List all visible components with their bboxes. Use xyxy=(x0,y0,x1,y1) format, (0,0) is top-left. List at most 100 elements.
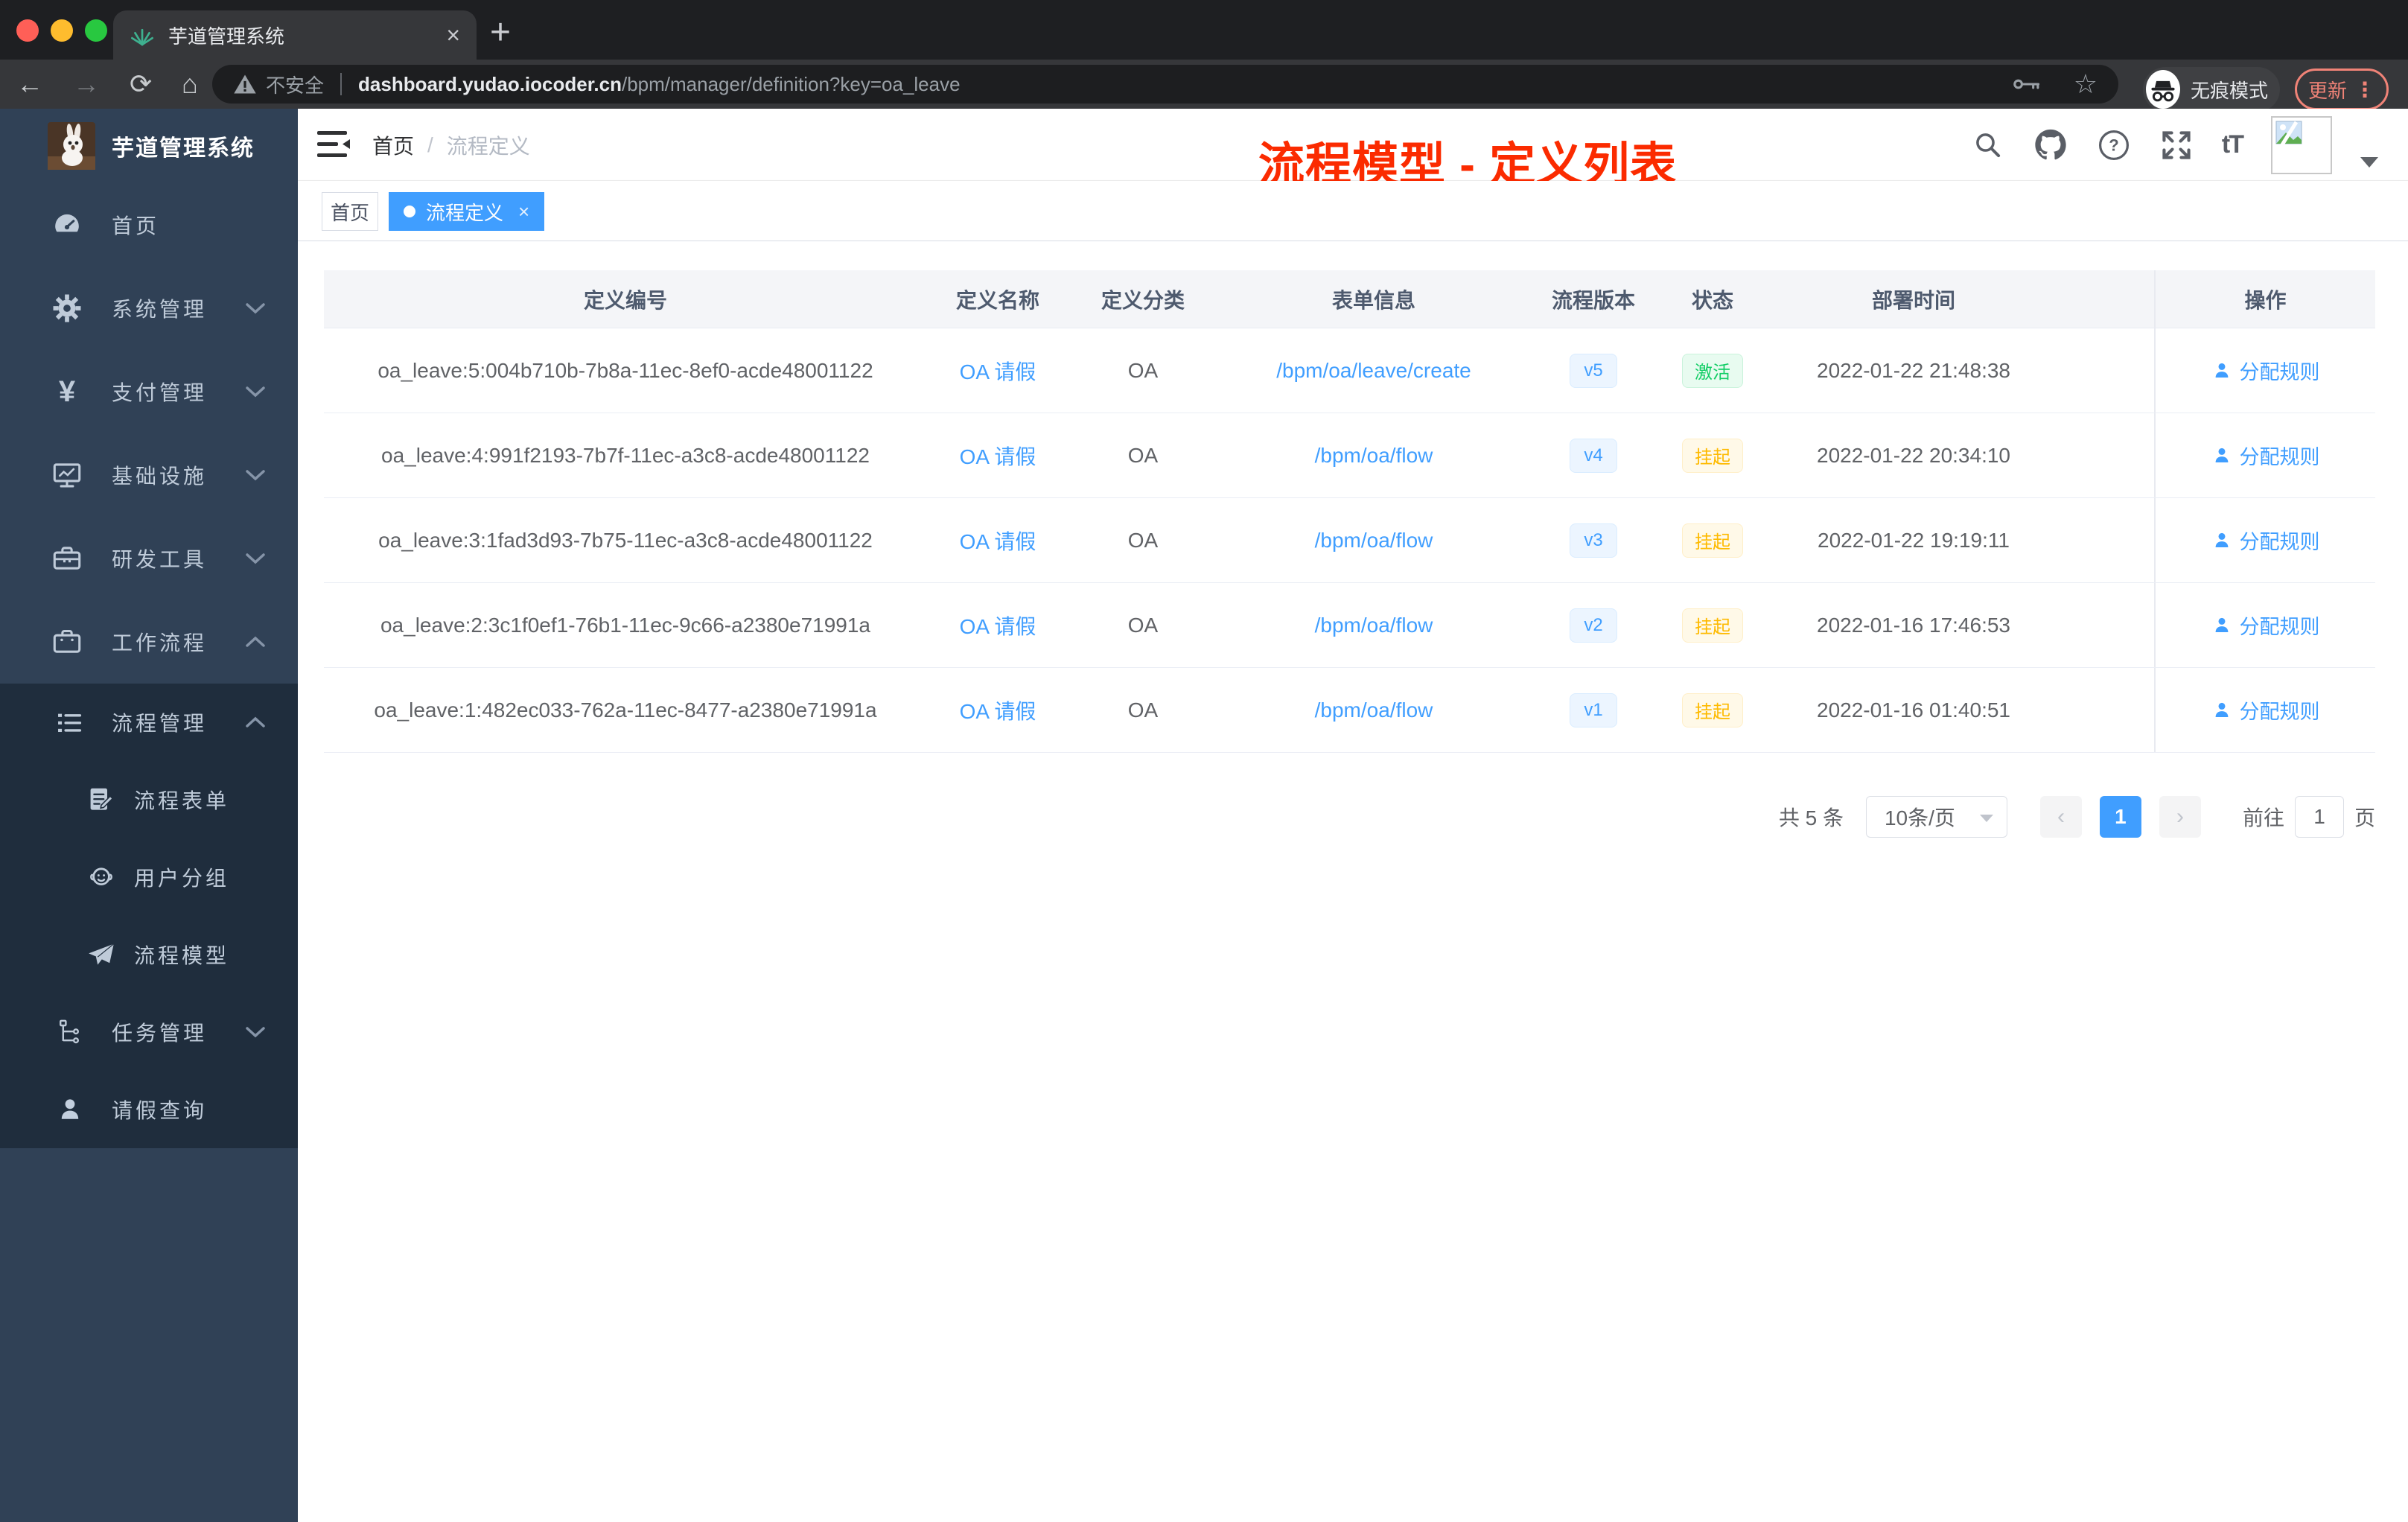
update-label[interactable]: 更新 xyxy=(2308,76,2347,104)
sidebar-item-process-form[interactable]: 流程表单 xyxy=(0,761,298,838)
sidebar-collapse-icon[interactable] xyxy=(317,130,350,159)
definition-name-link[interactable]: OA 请假 xyxy=(960,356,1036,386)
fullscreen-icon[interactable] xyxy=(2159,128,2194,162)
back-icon[interactable]: ← xyxy=(16,69,43,100)
form-link[interactable]: /bpm/oa/flow xyxy=(1315,444,1433,468)
form-link[interactable]: /bpm/oa/leave/create xyxy=(1276,359,1471,383)
sidebar-item-infrastructure[interactable]: 基础设施 xyxy=(0,433,298,517)
warning-triangle-icon xyxy=(233,73,257,95)
breadcrumb-current: 流程定义 xyxy=(446,134,530,158)
sidebar-item-home[interactable]: 首页 xyxy=(0,183,298,267)
home-icon[interactable]: ⌂ xyxy=(182,69,198,100)
close-window-button[interactable] xyxy=(16,19,39,42)
breadcrumb-home[interactable]: 首页 xyxy=(372,130,414,160)
url-divider xyxy=(340,73,343,95)
search-icon[interactable] xyxy=(1972,129,2004,162)
status-badge: 挂起 xyxy=(1682,523,1743,558)
help-icon[interactable]: ? xyxy=(2097,128,2131,162)
active-tag-dot xyxy=(404,206,415,217)
page-size-select[interactable]: 10条/页 xyxy=(1865,796,2007,838)
incognito-badge: 无痕模式 xyxy=(2143,67,2280,112)
chevron-up-icon xyxy=(246,636,265,648)
goto-page-input[interactable] xyxy=(2294,796,2344,838)
url-host: dashboard.yudao.iocoder.cn xyxy=(358,72,622,95)
sidebar-logo[interactable]: 芋道管理系统 xyxy=(0,109,298,183)
tag-home[interactable]: 首页 xyxy=(322,192,378,231)
browser-menu-dots-icon[interactable]: ⋮ xyxy=(2354,77,2375,102)
tag-current[interactable]: 流程定义 × xyxy=(389,192,545,231)
tab-title: 芋道管理系统 xyxy=(168,25,285,48)
sidebar-item-process-model[interactable]: 流程模型 xyxy=(0,916,298,993)
logo-avatar xyxy=(48,122,95,170)
definition-name-link[interactable]: OA 请假 xyxy=(960,441,1036,471)
table-row: oa_leave:5:004b710b-7b8a-11ec-8ef0-acde4… xyxy=(324,328,2375,413)
assign-rule-button[interactable]: 分配规则 xyxy=(2211,695,2320,725)
main-content: 定义编号 定义名称 定义分类 表单信息 流程版本 状态 部署时间 操作 oa_l… xyxy=(298,241,2408,1522)
github-icon[interactable] xyxy=(2033,127,2068,163)
prev-page-button[interactable]: ‹ xyxy=(2039,796,2082,838)
form-link[interactable]: /bpm/oa/flow xyxy=(1315,529,1433,553)
definition-table: 定义编号 定义名称 定义分类 表单信息 流程版本 状态 部署时间 操作 oa_l… xyxy=(324,270,2375,753)
pagination-total: 共 5 条 xyxy=(1778,806,1844,830)
definition-name-link[interactable]: OA 请假 xyxy=(960,695,1036,725)
avatar[interactable] xyxy=(2271,115,2332,174)
security-label[interactable]: 不安全 xyxy=(266,71,324,98)
table-header-row: 定义编号 定义名称 定义分类 表单信息 流程版本 状态 部署时间 操作 xyxy=(324,270,2375,328)
definition-name-link[interactable]: OA 请假 xyxy=(960,526,1036,555)
table-row: oa_leave:2:3c1f0ef1-76b1-11ec-9c66-a2380… xyxy=(324,583,2375,668)
font-size-icon[interactable]: tT xyxy=(2222,130,2244,159)
version-tag: v3 xyxy=(1570,523,1617,558)
table-row: oa_leave:1:482ec033-762a-11ec-8477-a2380… xyxy=(324,668,2375,753)
app-header: 首页 / 流程定义 流程模型 - 定义列表 ? tT xyxy=(298,109,2408,191)
briefcase-icon xyxy=(49,625,85,658)
new-tab-button[interactable]: + xyxy=(490,12,511,53)
incognito-label: 无痕模式 xyxy=(2190,79,2268,102)
bookmark-star-icon[interactable]: ☆ xyxy=(2074,69,2098,100)
sidebar-item-devtools[interactable]: 研发工具 xyxy=(0,517,298,600)
key-icon[interactable] xyxy=(2013,75,2041,93)
sidebar: 芋道管理系统 首页 系统管理 ¥ 支付管理 基础设施 研发工具 工作流程 流程管… xyxy=(0,109,298,1522)
list-icon xyxy=(52,707,88,738)
definition-name-link[interactable]: OA 请假 xyxy=(960,611,1036,640)
table-row: oa_leave:3:1fad3d93-7b75-11ec-a3c8-acde4… xyxy=(324,498,2375,583)
url-path: /bpm/manager/definition?key=oa_leave xyxy=(621,72,961,95)
sidebar-item-user-group[interactable]: 用户分组 xyxy=(0,838,298,916)
page-unit-label: 页 xyxy=(2354,806,2375,830)
screen: 芋道管理系统 × + ← → ⟳ ⌂ 不安全 dashboard.yudao.i… xyxy=(0,0,2408,1522)
minimize-window-button[interactable] xyxy=(51,19,73,42)
yen-icon: ¥ xyxy=(58,375,76,408)
browser-toolbar: ← → ⟳ ⌂ 不安全 dashboard.yudao.iocoder.cn/b… xyxy=(0,60,2408,112)
form-link[interactable]: /bpm/oa/flow xyxy=(1315,698,1433,722)
assign-rule-button[interactable]: 分配规则 xyxy=(2211,611,2320,640)
sidebar-item-workflow[interactable]: 工作流程 xyxy=(0,600,298,684)
chevron-up-icon xyxy=(246,716,265,728)
svg-text:?: ? xyxy=(2109,136,2119,154)
avatar-caret-icon[interactable] xyxy=(2360,157,2378,168)
address-bar[interactable]: 不安全 dashboard.yudao.iocoder.cn/bpm/manag… xyxy=(212,65,2118,104)
reload-icon[interactable]: ⟳ xyxy=(130,69,152,100)
tab-close-icon[interactable]: × xyxy=(446,23,460,47)
gear-icon xyxy=(49,292,85,325)
goto-label: 前往 xyxy=(2242,806,2284,830)
window-controls[interactable] xyxy=(16,19,107,42)
form-link[interactable]: /bpm/oa/flow xyxy=(1315,614,1433,637)
sidebar-item-process-mgmt[interactable]: 流程管理 xyxy=(0,684,298,761)
sidebar-item-task-mgmt[interactable]: 任务管理 xyxy=(0,993,298,1071)
sidebar-item-leave-query[interactable]: 请假查询 xyxy=(0,1071,298,1148)
sidebar-item-system[interactable]: 系统管理 xyxy=(0,267,298,350)
tag-close-icon[interactable]: × xyxy=(518,200,529,223)
workflow-submenu: 流程管理 流程表单 用户分组 流程模型 任务管理 请假查询 xyxy=(0,684,298,1148)
assign-rule-button[interactable]: 分配规则 xyxy=(2211,526,2320,555)
browser-tab[interactable]: 芋道管理系统 × xyxy=(113,10,477,60)
forward-icon[interactable]: → xyxy=(73,69,100,100)
assign-rule-button[interactable]: 分配规则 xyxy=(2211,356,2320,385)
user-icon xyxy=(52,1095,88,1124)
tags-view-bar: 首页 流程定义 × xyxy=(298,181,2408,241)
zoom-window-button[interactable] xyxy=(85,19,107,42)
assign-rule-button[interactable]: 分配规则 xyxy=(2211,441,2320,470)
sidebar-item-payment[interactable]: ¥ 支付管理 xyxy=(0,350,298,433)
next-page-button[interactable]: › xyxy=(2159,796,2201,838)
page-number-button[interactable]: 1 xyxy=(2099,796,2141,838)
user-group-icon xyxy=(83,862,119,892)
browser-update-button[interactable]: 更新 ⋮ xyxy=(2295,69,2389,110)
